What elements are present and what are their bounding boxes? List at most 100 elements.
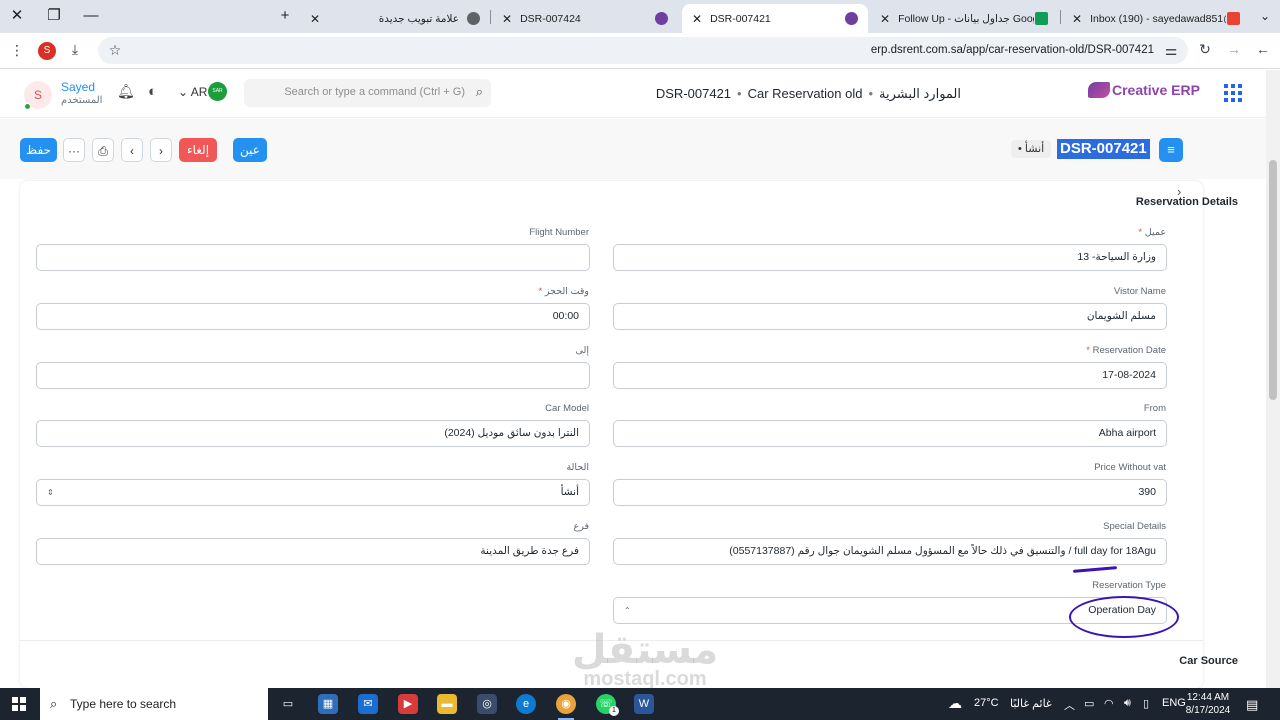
tab-search-icon[interactable]: ⌄ [1254,6,1276,26]
search-icon: ⌕ [50,696,58,711]
flight-number-label: Flight Number [529,227,589,238]
site-settings-icon[interactable]: ⚌ [1162,42,1180,59]
volume-icon[interactable]: 🔊︎ [1124,697,1131,710]
browser-tab[interactable]: ✕ DSR-007424 [492,4,678,33]
visitor-name-field[interactable]: مسلم الشويمان [613,303,1167,330]
language-switcher[interactable]: ⌄ AR [178,85,207,99]
wifi-icon[interactable]: ◠ [1104,697,1114,710]
network-icon[interactable]: ▭ [1084,697,1094,710]
browser-tab[interactable]: ✕ Follow Up - جداول بيانات Googl [870,4,1058,33]
whatsapp-badge: 1 [609,706,619,716]
breadcrumb-module[interactable]: الموارد البشرية [879,86,961,101]
reservation-date-field[interactable]: 17-08-2024 [613,362,1167,389]
mail-icon[interactable]: ✉ [358,694,378,714]
weather-icon: ☁ [948,695,962,711]
apps-grid-icon[interactable] [1224,84,1242,102]
watermark: مستقل mostaql.com [571,628,719,690]
assign-button[interactable]: عين [233,138,267,162]
more-actions-button[interactable]: ··· [63,138,85,162]
car-model-field[interactable]: النترا بدون سائق موديل (2024) [36,420,590,447]
tab-close-icon[interactable]: ✕ [502,12,512,26]
url-text: erp.dsrent.com.sa/app/car-reservation-ol… [870,44,1154,56]
gmail-icon [1227,12,1240,25]
search-icon: ⌕ [475,84,483,99]
car-source-section-title: Car Source [1179,655,1238,667]
forward-icon[interactable]: → [1225,41,1243,57]
bookmark-star-icon[interactable]: ☆ [106,42,124,59]
tab-close-icon[interactable]: ✕ [1072,12,1082,26]
scrollbar-thumb[interactable] [1269,160,1277,400]
user-name: Sayed [61,80,96,94]
battery-icon[interactable]: ▯ [1143,697,1149,710]
chrome-icon [467,12,480,25]
taskbar-search[interactable]: ⌕ Type here to search [40,688,268,720]
reservation-type-label: Reservation Type [1092,580,1166,591]
flight-number-field[interactable] [36,244,590,271]
to-label: إلى [575,345,589,356]
status-label: الحالة [566,462,589,473]
address-bar[interactable]: ☆ erp.dsrent.com.sa/app/car-reservation-… [98,37,1188,64]
file-explorer-icon[interactable]: ▬ [437,694,457,714]
new-tab-icon[interactable]: + [274,6,296,26]
weather-temp[interactable]: 27°C [974,697,999,709]
online-dot [24,103,31,110]
tab-close-icon[interactable]: ✕ [692,12,702,26]
to-field[interactable] [36,362,590,389]
awesomebar-search[interactable]: Search or type a command (Ctrl + G) ⌕ [244,79,491,107]
app-logo[interactable]: Creative ERP [1088,82,1200,98]
status-select[interactable]: أنشأ ⇕ [36,479,590,506]
notification-bell-icon[interactable]: 🔔︎ [117,83,135,100]
download-icon[interactable]: ⤓ [66,41,84,58]
task-view-icon[interactable]: ▭ [278,694,298,714]
theme-palette-icon[interactable]: ◐ [148,83,157,100]
window-close-icon[interactable]: ✕ [6,6,28,26]
save-button[interactable]: حفظ [20,138,57,162]
profile-avatar[interactable]: S [38,42,56,60]
prev-doc-chevron-icon[interactable]: ‹ [121,138,143,162]
price-field[interactable]: 390 [613,479,1167,506]
section-title: Reservation Details [1135,196,1238,208]
price-label: Price Without vat [1094,462,1166,473]
sheets-icon [1035,12,1048,25]
chrome-icon[interactable]: ◉ [556,694,576,714]
browser-tab-active[interactable]: ✕ DSR-007421 [682,4,868,33]
branch-field[interactable]: فرع جدة طريق المدينة [36,538,590,565]
word-icon[interactable]: W [634,694,654,714]
from-label: From [1143,403,1166,414]
cancel-button[interactable]: إلغاء [179,138,217,162]
breadcrumb-doctype[interactable]: Car Reservation old [748,86,863,101]
app-icon[interactable]: ◎ [477,694,497,714]
page-head: حفظ ··· ⎙ ‹ › إلغاء عين • أنشأ DSR-00742… [0,119,1266,179]
back-icon[interactable]: ← [1254,41,1272,57]
customer-label: عميل * [1138,227,1166,238]
customer-field[interactable]: وزارة السياحة- 13 [613,244,1167,271]
window-restore-icon[interactable]: ❐ [43,6,65,26]
edge-icon[interactable]: e [516,694,536,714]
media-icon[interactable]: ▶ [398,694,418,714]
print-icon[interactable]: ⎙ [92,138,114,162]
select-caret-icon: ⌃ [624,606,631,615]
booking-time-field[interactable]: 00:00 [36,303,590,330]
tab-close-icon[interactable]: ✕ [880,12,890,26]
tray-chevron-icon[interactable]: ︿ [1064,697,1075,713]
special-details-field[interactable]: full day for 18Agu / والتنسيق في ذلك حال… [613,538,1167,565]
browser-tab[interactable]: ✕ Inbox (190) - sayedawad851@g [1062,4,1250,33]
browser-tab[interactable]: ✕ علامة تبويب جديدة [300,4,490,33]
page-title: DSR-007421 [1057,139,1150,159]
booking-time-label: وقت الحجز * [538,286,589,297]
from-field[interactable]: Abha airport [613,420,1167,447]
breadcrumb-doc[interactable]: DSR-007421 [656,86,731,101]
store-icon[interactable]: ▦ [318,694,338,714]
menu-dots-icon[interactable]: ⋮ [8,42,26,59]
system-clock[interactable]: 12:44 AM 8/17/2024 [1182,691,1234,717]
page-scrollbar[interactable] [1266,70,1280,688]
select-caret-icon: ⇕ [47,488,54,497]
sidebar-toggle-icon[interactable]: ≡ [1159,138,1183,162]
window-minimize-icon[interactable]: — [80,6,102,26]
notifications-icon[interactable]: ▤ [1246,697,1258,713]
tab-close-icon[interactable]: ✕ [310,12,320,26]
windows-start-icon[interactable] [12,697,26,711]
next-doc-chevron-icon[interactable]: › [150,138,172,162]
search-placeholder: Search or type a command (Ctrl + G) [284,86,465,98]
reload-icon[interactable]: ↻ [1196,41,1214,58]
